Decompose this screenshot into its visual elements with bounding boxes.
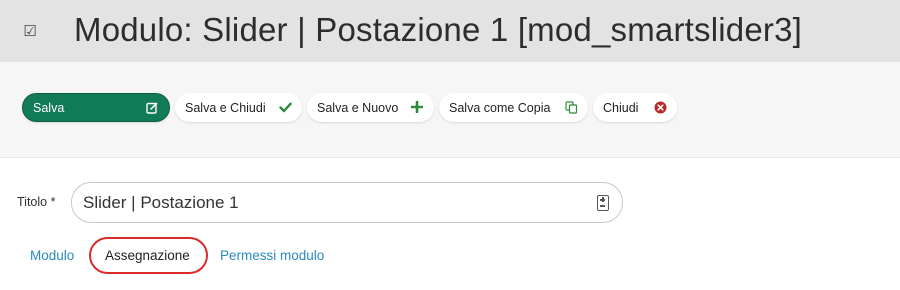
save-button[interactable]: Salva: [22, 93, 170, 122]
tab-modulo[interactable]: Modulo: [30, 248, 74, 263]
page-header: ☑ Modulo: Slider | Postazione 1 [mod_sma…: [0, 0, 900, 62]
save-copy-button[interactable]: Salva come Copia: [439, 93, 588, 122]
edit-icon: [145, 101, 159, 115]
title-field[interactable]: [71, 182, 623, 223]
close-icon: [653, 100, 667, 114]
save-new-button-label: Salva e Nuovo: [317, 100, 399, 115]
page-title: Modulo: Slider | Postazione 1 [mod_smart…: [74, 11, 803, 48]
save-close-button-label: Salva e Chiudi: [185, 100, 266, 115]
toolbar: Salva Salva e Chiudi Salva e Nuovo Salva…: [0, 62, 900, 158]
checkbox-icon: ☑: [23, 23, 37, 40]
module-form: Titolo * Modulo Assegnazione Permessi mo…: [0, 159, 900, 290]
check-icon: [278, 100, 292, 114]
plus-icon: [410, 100, 424, 114]
save-close-button[interactable]: Salva e Chiudi: [175, 93, 302, 122]
close-button-label: Chiudi: [603, 100, 639, 115]
save-button-label: Salva: [33, 100, 65, 115]
highlight-ring: [89, 237, 208, 274]
document-icon: [597, 195, 609, 211]
close-button[interactable]: Chiudi: [593, 93, 677, 122]
title-input[interactable]: [83, 192, 583, 214]
tab-permessi-modulo[interactable]: Permessi modulo: [220, 248, 324, 263]
save-new-button[interactable]: Salva e Nuovo: [307, 93, 434, 122]
copy-icon: [564, 100, 578, 114]
title-label: Titolo *: [17, 195, 56, 209]
save-copy-button-label: Salva come Copia: [449, 100, 551, 115]
